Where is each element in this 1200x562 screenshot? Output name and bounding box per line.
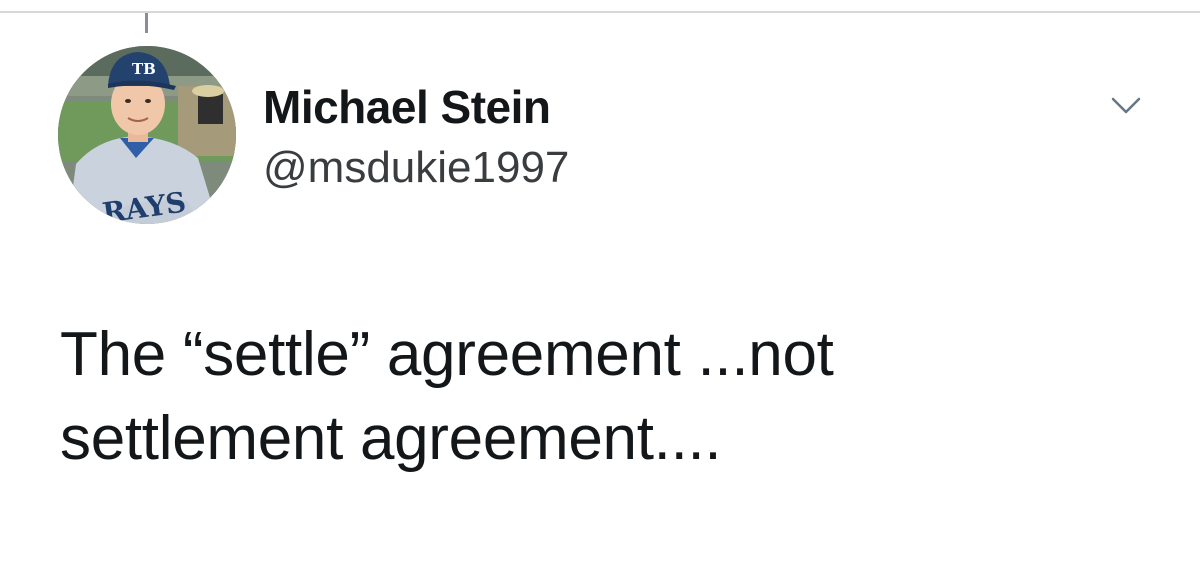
author-handle[interactable]: @msdukie1997 bbox=[263, 141, 569, 195]
cap-logo: TB bbox=[132, 60, 156, 78]
tweet-text-line: The “settle” agreement ...not bbox=[60, 320, 834, 389]
thread-connector-line bbox=[145, 13, 148, 33]
avatar[interactable]: TB RAYS bbox=[58, 46, 236, 224]
chevron-down-icon bbox=[1111, 97, 1141, 114]
top-divider bbox=[0, 11, 1200, 13]
author-display-name[interactable]: Michael Stein bbox=[263, 80, 551, 134]
profile-photo-rays-fan-icon: TB RAYS bbox=[58, 46, 236, 224]
tweet-menu-button[interactable] bbox=[1098, 84, 1154, 128]
tweet-text: The “settle” agreement ...not settlement… bbox=[60, 313, 1160, 481]
tweet-text-line: settlement agreement.... bbox=[60, 404, 722, 473]
